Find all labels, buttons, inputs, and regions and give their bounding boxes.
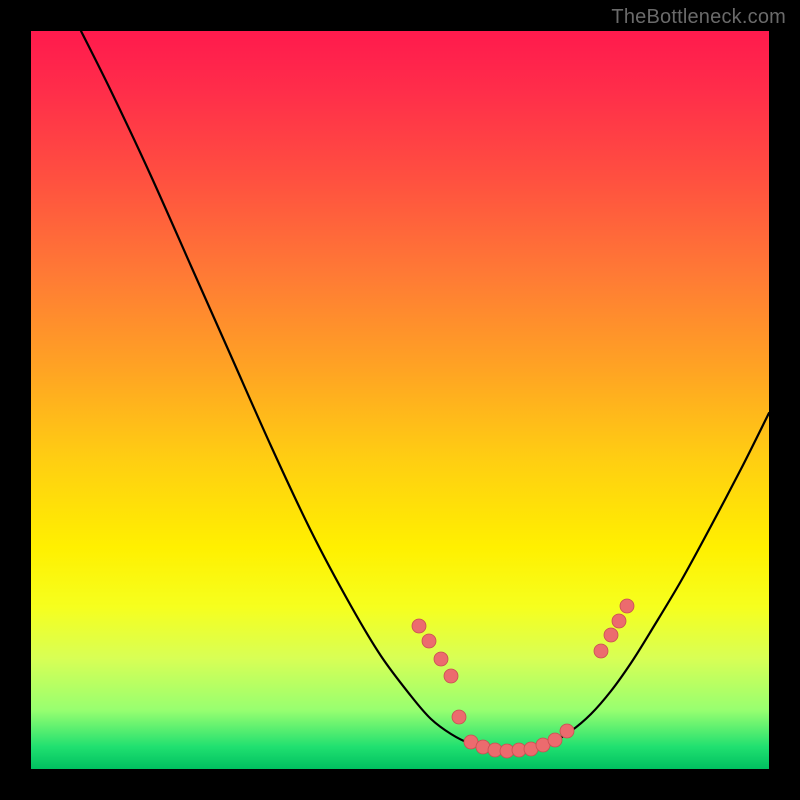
watermark-text: TheBottleneck.com <box>611 6 786 29</box>
marker-dot <box>594 644 608 658</box>
marker-dot <box>452 710 466 724</box>
marker-dot <box>604 628 618 642</box>
marker-dots <box>412 599 634 758</box>
plot-area <box>31 31 769 769</box>
marker-dot <box>548 733 562 747</box>
marker-dot <box>560 724 574 738</box>
marker-dot <box>612 614 626 628</box>
chart-svg <box>31 31 769 769</box>
marker-dot <box>412 619 426 633</box>
marker-dot <box>434 652 448 666</box>
marker-dot <box>422 634 436 648</box>
marker-dot <box>444 669 458 683</box>
marker-dot <box>620 599 634 613</box>
chart-frame: TheBottleneck.com <box>0 0 800 800</box>
